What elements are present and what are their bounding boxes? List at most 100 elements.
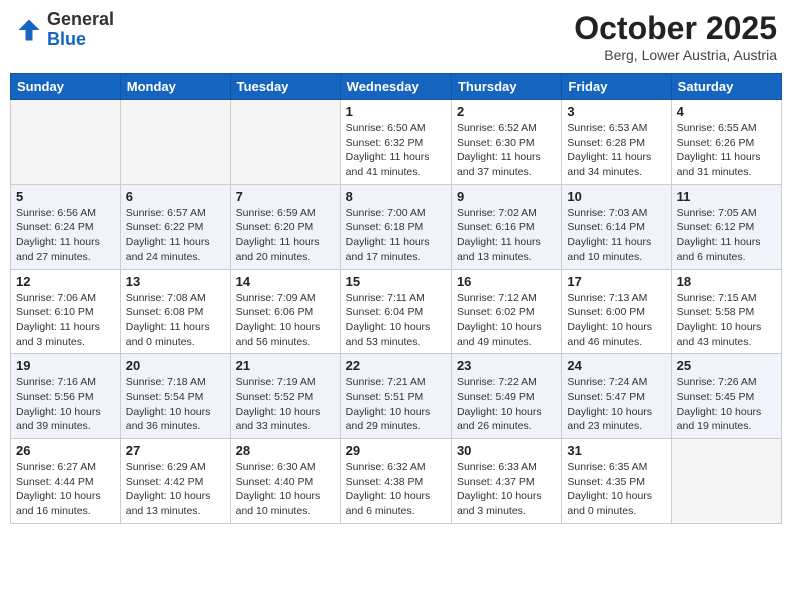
calendar-day-cell: 14Sunrise: 7:09 AM Sunset: 6:06 PM Dayli… [230, 269, 340, 354]
day-info: Sunrise: 6:52 AM Sunset: 6:30 PM Dayligh… [457, 121, 556, 180]
day-info: Sunrise: 6:59 AM Sunset: 6:20 PM Dayligh… [236, 206, 335, 265]
calendar-day-cell: 23Sunrise: 7:22 AM Sunset: 5:49 PM Dayli… [451, 354, 561, 439]
calendar-day-cell: 21 Sunrise: 7:19 AM Sunset: 5:52 PM Dayli… [230, 354, 340, 439]
day-number: 27 [126, 443, 225, 458]
day-number: 23 [457, 358, 556, 373]
day-number: 9 [457, 189, 556, 204]
day-number: 19 [16, 358, 115, 373]
day-info: Sunrise: 7:09 AM Sunset: 6:06 PM Dayligh… [236, 291, 335, 350]
calendar-weekday-wednesday: Wednesday [340, 74, 451, 100]
day-info: Sunrise: 7:05 AM Sunset: 6:12 PM Dayligh… [677, 206, 776, 265]
day-info: Sunrise: 7:19 AM Sunset: 5:52 PM Dayligh… [236, 375, 335, 434]
day-info: Sunrise: 7:24 AM Sunset: 5:47 PM Dayligh… [567, 375, 665, 434]
logo-general-text: General [47, 9, 114, 29]
day-number: 24 [567, 358, 665, 373]
calendar-header-row: SundayMondayTuesdayWednesdayThursdayFrid… [11, 74, 782, 100]
calendar-day-cell: 16Sunrise: 7:12 AM Sunset: 6:02 PM Dayli… [451, 269, 561, 354]
calendar-day-cell: 20 Sunrise: 7:18 AM Sunset: 5:54 PM Dayli… [120, 354, 230, 439]
calendar-week-row: 5 Sunrise: 6:56 AM Sunset: 6:24 PM Daylig… [11, 184, 782, 269]
calendar-day-cell: 12 Sunrise: 7:06 AM Sunset: 6:10 PM Dayli… [11, 269, 121, 354]
calendar-day-cell: 11Sunrise: 7:05 AM Sunset: 6:12 PM Dayli… [671, 184, 781, 269]
calendar-day-cell [120, 100, 230, 185]
day-info: Sunrise: 6:35 AM Sunset: 4:35 PM Dayligh… [567, 460, 665, 519]
day-info: Sunrise: 6:50 AM Sunset: 6:32 PM Dayligh… [346, 121, 446, 180]
calendar-day-cell: 1 Sunrise: 6:50 AM Sunset: 6:32 PM Daylig… [340, 100, 451, 185]
calendar-week-row: 19 Sunrise: 7:16 AM Sunset: 5:56 PM Dayli… [11, 354, 782, 439]
calendar-day-cell: 2 Sunrise: 6:52 AM Sunset: 6:30 PM Daylig… [451, 100, 561, 185]
page-header: General Blue October 2025 Berg, Lower Au… [10, 10, 782, 63]
day-number: 4 [677, 104, 776, 119]
month-title: October 2025 [574, 10, 777, 47]
day-info: Sunrise: 6:29 AM Sunset: 4:42 PM Dayligh… [126, 460, 225, 519]
day-info: Sunrise: 7:26 AM Sunset: 5:45 PM Dayligh… [677, 375, 776, 434]
day-info: Sunrise: 7:00 AM Sunset: 6:18 PM Dayligh… [346, 206, 446, 265]
calendar-day-cell: 25Sunrise: 7:26 AM Sunset: 5:45 PM Dayli… [671, 354, 781, 439]
day-number: 6 [126, 189, 225, 204]
day-number: 26 [16, 443, 115, 458]
logo-blue-text: Blue [47, 29, 86, 49]
day-number: 22 [346, 358, 446, 373]
calendar-day-cell: 9Sunrise: 7:02 AM Sunset: 6:16 PM Daylig… [451, 184, 561, 269]
day-number: 5 [16, 189, 115, 204]
calendar-day-cell: 4 Sunrise: 6:55 AM Sunset: 6:26 PM Daylig… [671, 100, 781, 185]
calendar-table: SundayMondayTuesdayWednesdayThursdayFrid… [10, 73, 782, 524]
calendar-day-cell: 26 Sunrise: 6:27 AM Sunset: 4:44 PM Dayli… [11, 439, 121, 524]
calendar-day-cell: 3 Sunrise: 6:53 AM Sunset: 6:28 PM Daylig… [562, 100, 671, 185]
logo-icon [15, 16, 43, 44]
day-number: 13 [126, 274, 225, 289]
day-info: Sunrise: 7:13 AM Sunset: 6:00 PM Dayligh… [567, 291, 665, 350]
day-number: 21 [236, 358, 335, 373]
day-number: 30 [457, 443, 556, 458]
calendar-weekday-friday: Friday [562, 74, 671, 100]
calendar-day-cell: 22 Sunrise: 7:21 AM Sunset: 5:51 PM Dayli… [340, 354, 451, 439]
calendar-day-cell: 19 Sunrise: 7:16 AM Sunset: 5:56 PM Dayli… [11, 354, 121, 439]
calendar-day-cell: 7Sunrise: 6:59 AM Sunset: 6:20 PM Daylig… [230, 184, 340, 269]
calendar-day-cell: 30 Sunrise: 6:33 AM Sunset: 4:37 PM Dayli… [451, 439, 561, 524]
day-number: 10 [567, 189, 665, 204]
day-number: 20 [126, 358, 225, 373]
calendar-day-cell: 13 Sunrise: 7:08 AM Sunset: 6:08 PM Dayli… [120, 269, 230, 354]
calendar-day-cell: 27 Sunrise: 6:29 AM Sunset: 4:42 PM Dayli… [120, 439, 230, 524]
calendar-day-cell: 10Sunrise: 7:03 AM Sunset: 6:14 PM Dayli… [562, 184, 671, 269]
day-number: 29 [346, 443, 446, 458]
day-number: 18 [677, 274, 776, 289]
day-number: 3 [567, 104, 665, 119]
day-number: 12 [16, 274, 115, 289]
calendar-week-row: 26 Sunrise: 6:27 AM Sunset: 4:44 PM Dayli… [11, 439, 782, 524]
calendar-day-cell: 24 Sunrise: 7:24 AM Sunset: 5:47 PM Dayli… [562, 354, 671, 439]
day-info: Sunrise: 7:12 AM Sunset: 6:02 PM Dayligh… [457, 291, 556, 350]
day-info: Sunrise: 7:08 AM Sunset: 6:08 PM Dayligh… [126, 291, 225, 350]
day-info: Sunrise: 7:18 AM Sunset: 5:54 PM Dayligh… [126, 375, 225, 434]
day-info: Sunrise: 6:55 AM Sunset: 6:26 PM Dayligh… [677, 121, 776, 180]
calendar-day-cell [230, 100, 340, 185]
calendar-day-cell: 15 Sunrise: 7:11 AM Sunset: 6:04 PM Dayli… [340, 269, 451, 354]
day-info: Sunrise: 6:30 AM Sunset: 4:40 PM Dayligh… [236, 460, 335, 519]
day-info: Sunrise: 6:56 AM Sunset: 6:24 PM Dayligh… [16, 206, 115, 265]
day-info: Sunrise: 6:32 AM Sunset: 4:38 PM Dayligh… [346, 460, 446, 519]
day-info: Sunrise: 7:15 AM Sunset: 5:58 PM Dayligh… [677, 291, 776, 350]
logo-text: General Blue [47, 10, 114, 50]
calendar-weekday-tuesday: Tuesday [230, 74, 340, 100]
location-subtitle: Berg, Lower Austria, Austria [574, 47, 777, 63]
calendar-week-row: 12 Sunrise: 7:06 AM Sunset: 6:10 PM Dayli… [11, 269, 782, 354]
day-number: 31 [567, 443, 665, 458]
day-info: Sunrise: 7:06 AM Sunset: 6:10 PM Dayligh… [16, 291, 115, 350]
day-info: Sunrise: 7:16 AM Sunset: 5:56 PM Dayligh… [16, 375, 115, 434]
calendar-day-cell: 5 Sunrise: 6:56 AM Sunset: 6:24 PM Daylig… [11, 184, 121, 269]
calendar-day-cell: 6 Sunrise: 6:57 AM Sunset: 6:22 PM Daylig… [120, 184, 230, 269]
calendar-day-cell: 8Sunrise: 7:00 AM Sunset: 6:18 PM Daylig… [340, 184, 451, 269]
day-info: Sunrise: 7:11 AM Sunset: 6:04 PM Dayligh… [346, 291, 446, 350]
day-number: 15 [346, 274, 446, 289]
calendar-day-cell: 18 Sunrise: 7:15 AM Sunset: 5:58 PM Dayli… [671, 269, 781, 354]
day-number: 2 [457, 104, 556, 119]
calendar-day-cell: 29 Sunrise: 6:32 AM Sunset: 4:38 PM Dayli… [340, 439, 451, 524]
day-info: Sunrise: 6:53 AM Sunset: 6:28 PM Dayligh… [567, 121, 665, 180]
day-info: Sunrise: 6:27 AM Sunset: 4:44 PM Dayligh… [16, 460, 115, 519]
calendar-weekday-monday: Monday [120, 74, 230, 100]
day-info: Sunrise: 6:57 AM Sunset: 6:22 PM Dayligh… [126, 206, 225, 265]
calendar-weekday-saturday: Saturday [671, 74, 781, 100]
day-info: Sunrise: 7:21 AM Sunset: 5:51 PM Dayligh… [346, 375, 446, 434]
day-info: Sunrise: 6:33 AM Sunset: 4:37 PM Dayligh… [457, 460, 556, 519]
day-number: 1 [346, 104, 446, 119]
calendar-day-cell: 31 Sunrise: 6:35 AM Sunset: 4:35 PM Dayli… [562, 439, 671, 524]
